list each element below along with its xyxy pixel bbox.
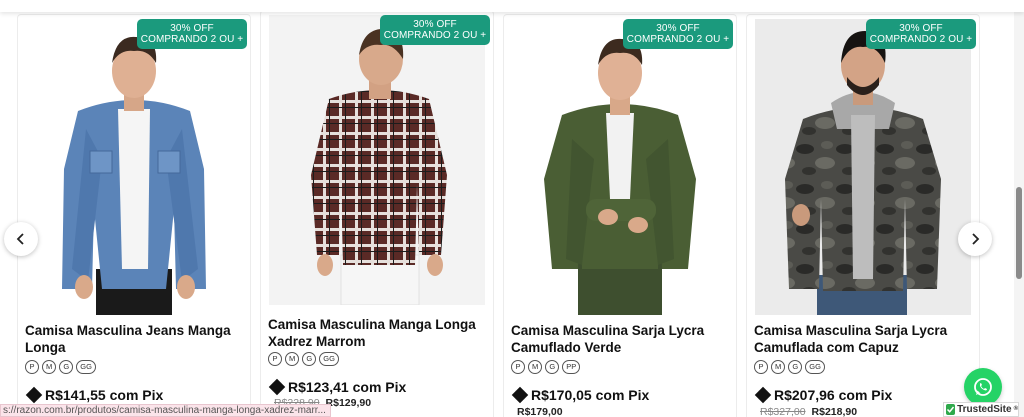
badge-condition: COMPRANDO 2 OU +: [383, 30, 487, 41]
discount-badge: 30% OFF COMPRANDO 2 OU +: [137, 19, 247, 49]
size-option[interactable]: P: [511, 360, 525, 374]
price-row: R$179,00: [517, 406, 563, 417]
size-options: P M G GG: [268, 352, 339, 366]
size-option[interactable]: G: [788, 360, 803, 374]
current-price: R$179,00: [517, 406, 563, 417]
pix-price-text: R$141,55 com Pix: [45, 387, 164, 403]
pix-price-text: R$170,05 com Pix: [531, 387, 650, 403]
page-scrollbar[interactable]: [1014, 12, 1024, 417]
product-title[interactable]: Camisa Masculina Sarja Lycra Camuflado V…: [511, 322, 731, 356]
price-row: R$327,00 R$218,90: [760, 406, 857, 417]
product-image[interactable]: [26, 19, 242, 315]
size-option[interactable]: G: [59, 360, 74, 374]
badge-discount: 30% OFF: [170, 23, 214, 34]
product-title[interactable]: Camisa Masculina Manga Longa Xadrez Marr…: [268, 316, 488, 350]
size-option[interactable]: GG: [76, 360, 96, 374]
size-options: P M G GG: [25, 360, 96, 374]
size-option[interactable]: PP: [562, 360, 581, 374]
scrollbar-thumb[interactable]: [1016, 187, 1022, 279]
pix-price: R$170,05 com Pix: [511, 386, 650, 404]
discount-badge: 30% OFF COMPRANDO 2 OU +: [380, 15, 490, 45]
whatsapp-button[interactable]: [964, 368, 1002, 406]
size-option[interactable]: GG: [319, 352, 339, 366]
pix-price: R$123,41 com Pix: [268, 378, 407, 396]
pix-price-text: R$123,41 com Pix: [288, 379, 407, 395]
checkmark-icon: [946, 404, 956, 415]
product-carousel: 30% OFF COMPRANDO 2 OU + Camisa Masculin…: [0, 10, 1024, 417]
size-options: P M G PP: [511, 360, 581, 374]
discount-badge: 30% OFF COMPRANDO 2 OU +: [623, 19, 733, 49]
pix-price-text: R$207,96 com Pix: [774, 387, 893, 403]
carousel-next-button[interactable]: [958, 222, 992, 256]
header-bar: [0, 0, 1024, 12]
size-option[interactable]: M: [285, 352, 300, 366]
pix-icon: [754, 386, 772, 404]
badge-discount: 30% OFF: [413, 19, 457, 30]
product-image[interactable]: [269, 15, 485, 305]
trustedsite-label: TrustedSite: [957, 404, 1012, 415]
size-option[interactable]: P: [25, 360, 39, 374]
chevron-right-icon: [972, 233, 980, 245]
current-price: R$129,90: [325, 397, 372, 409]
size-option[interactable]: M: [771, 360, 786, 374]
size-option[interactable]: P: [268, 352, 282, 366]
size-option[interactable]: M: [528, 360, 543, 374]
size-option[interactable]: G: [545, 360, 560, 374]
pix-price: R$207,96 com Pix: [754, 386, 893, 404]
product-card[interactable]: 30% OFF COMPRANDO 2 OU + Camisa Masculin…: [17, 14, 251, 417]
trustedsite-seal[interactable]: TrustedSite ®: [943, 402, 1019, 417]
product-image[interactable]: [512, 19, 728, 315]
product-card[interactable]: 30% OFF COMPRANDO 2 OU + Camisa Masculin…: [746, 14, 980, 417]
size-option[interactable]: M: [42, 360, 57, 374]
size-option[interactable]: G: [302, 352, 317, 366]
pix-icon: [268, 378, 286, 396]
old-price: R$327,00: [760, 406, 806, 417]
size-option[interactable]: P: [754, 360, 768, 374]
badge-condition: COMPRANDO 2 OU +: [626, 34, 730, 45]
current-price: R$218,90: [811, 406, 858, 417]
badge-condition: COMPRANDO 2 OU +: [140, 34, 244, 45]
link-status-url: s://razon.com.br/produtos/camisa-masculi…: [0, 404, 331, 417]
product-card[interactable]: 30% OFF COMPRANDO 2 OU + Camisa Masculin…: [503, 14, 737, 417]
whatsapp-icon: [974, 378, 992, 396]
product-title[interactable]: Camisa Masculina Jeans Manga Longa: [25, 322, 245, 356]
badge-discount: 30% OFF: [899, 23, 943, 34]
product-title[interactable]: Camisa Masculina Sarja Lycra Camuflada c…: [754, 322, 974, 356]
product-image[interactable]: [755, 19, 971, 315]
product-card[interactable]: 30% OFF COMPRANDO 2 OU + Camisa Masculin…: [260, 10, 494, 417]
badge-discount: 30% OFF: [656, 23, 700, 34]
carousel-prev-button[interactable]: [4, 222, 38, 256]
size-option[interactable]: GG: [805, 360, 825, 374]
badge-condition: COMPRANDO 2 OU +: [869, 34, 973, 45]
discount-badge: 30% OFF COMPRANDO 2 OU +: [866, 19, 976, 49]
size-options: P M G GG: [754, 360, 825, 374]
pix-icon: [511, 386, 529, 404]
pix-icon: [25, 386, 43, 404]
pix-price: R$141,55 com Pix: [25, 386, 164, 404]
registered-mark: ®: [1013, 406, 1018, 412]
chevron-left-icon: [16, 233, 24, 245]
